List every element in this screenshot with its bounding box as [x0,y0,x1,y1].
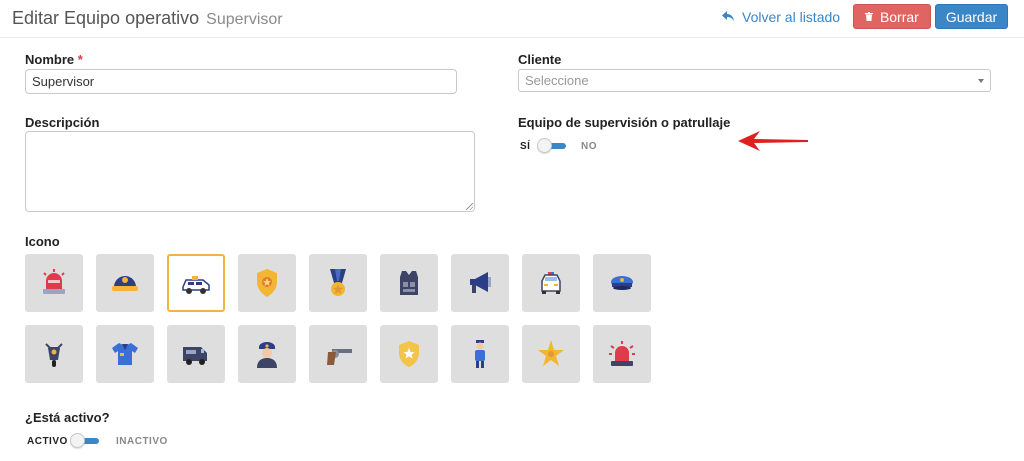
resize-grip-icon[interactable] [466,203,473,210]
nombre-input[interactable]: Supervisor [25,69,457,94]
police-car-front-icon [541,272,561,294]
page-title: Editar Equipo operativo Supervisor [12,8,283,29]
police-badge-icon [257,269,277,297]
reply-arrow-icon [722,10,734,25]
icon-option-motorcycle[interactable] [25,325,83,383]
icon-option-police-car-front[interactable] [522,254,580,312]
icon-option-officer-standing[interactable] [451,325,509,383]
required-mark: * [77,52,83,67]
back-to-list-link[interactable]: Volver al listado [722,9,840,25]
activo-toggle[interactable] [70,433,101,449]
police-helmet-icon [112,276,138,291]
police-shirt-icon [112,343,138,365]
icon-option-sheriff-star[interactable] [522,325,580,383]
cliente-label: Cliente [518,52,562,67]
activo-label: ¿Está activo? [25,410,110,425]
sheriff-star-icon [538,340,564,366]
motorcycle-icon [45,343,63,367]
delete-button[interactable]: Borrar [853,4,931,29]
supervision-toggle[interactable] [537,138,568,154]
icon-option-police-cap[interactable] [593,254,651,312]
icon-option-megaphone[interactable] [451,254,509,312]
nombre-label: Nombre * [25,52,83,67]
bulletproof-vest-icon [400,271,418,295]
icon-option-police-shirt[interactable] [96,325,154,383]
supervision-on-label: SÍ [520,141,531,152]
icon-option-alarm-light[interactable] [593,325,651,383]
icon-option-revolver[interactable] [309,325,367,383]
police-officer-icon [257,342,277,368]
supervision-label: Equipo de supervisión o patrullaje [518,115,731,130]
police-van-icon [183,347,207,365]
back-to-list-label: Volver al listado [742,9,841,25]
medal-icon [330,269,346,296]
icon-option-bulletproof-vest[interactable] [380,254,438,312]
officer-standing-icon [475,340,485,368]
police-cap-icon [611,276,633,290]
icon-option-patrol-car[interactable] [167,254,225,312]
activo-off-label: INACTIVO [116,436,168,447]
shield-star-icon [399,341,419,367]
patrol-car-icon [182,276,210,294]
delete-button-label: Borrar [879,9,919,25]
descripcion-label: Descripción [25,115,100,130]
toggle-knob [537,138,552,153]
page-title-subtitle: Supervisor [206,11,283,28]
icon-option-police-van[interactable] [167,325,225,383]
alarm-light-icon [609,341,635,366]
icon-option-police-badge[interactable] [238,254,296,312]
cliente-placeholder: Seleccione [525,73,589,88]
icon-option-police-helmet[interactable] [96,254,154,312]
activo-on-label: ACTIVO [27,436,68,447]
trash-icon [865,12,876,24]
megaphone-icon [470,272,491,293]
icon-option-siren[interactable] [25,254,83,312]
icon-option-police-officer[interactable] [238,325,296,383]
icono-label: Icono [25,234,60,249]
icon-option-shield-star[interactable] [380,325,438,383]
descripcion-textarea[interactable] [25,131,475,212]
page-header: Editar Equipo operativo Supervisor Volve… [0,0,1024,38]
icon-option-medal[interactable] [309,254,367,312]
toggle-knob [70,433,85,448]
cliente-select[interactable]: Seleccione [518,69,991,92]
siren-icon [43,269,65,294]
caret-down-icon [978,79,984,83]
save-button[interactable]: Guardar [935,4,1008,29]
page-title-main: Editar Equipo operativo [12,8,200,28]
revolver-icon [327,349,352,365]
annotation-arrow-icon [738,131,808,151]
supervision-off-label: NO [581,141,597,152]
